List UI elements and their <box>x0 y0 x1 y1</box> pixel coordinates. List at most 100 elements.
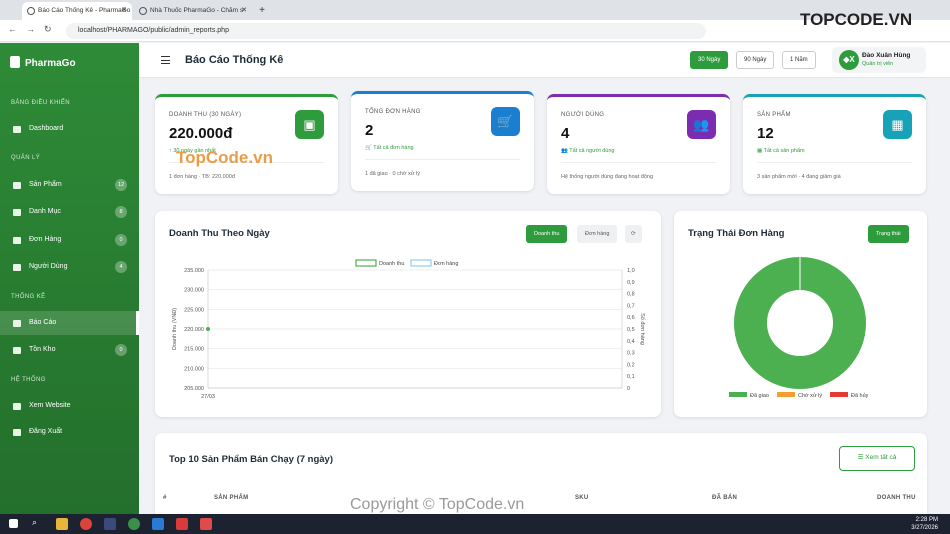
windows-start-icon[interactable] <box>9 519 18 528</box>
count-badge: 0 <box>115 344 127 356</box>
stat-link-label: Tất cả đơn hàng <box>373 145 414 151</box>
warehouse-icon <box>13 347 21 354</box>
stat-card-products: SẢN PHẨM 12 ▦ Tất cả sản phẩm 3 sản phẩm… <box>743 94 926 194</box>
close-icon[interactable]: ✕ <box>121 2 127 20</box>
pharmacy-logo-icon <box>10 56 20 68</box>
column-header-index: # <box>163 495 167 501</box>
stat-footnote: 1 đơn hàng · TB: 220.000đ <box>169 174 235 180</box>
sidebar-item-website[interactable]: Xem Website <box>0 394 139 418</box>
copyright-watermark: Copyright © TopCode.vn <box>350 496 525 513</box>
column-header-revenue: DOANH THU <box>877 495 916 501</box>
count-badge: 8 <box>115 206 127 218</box>
tab-title: Nhà Thuốc PharmaGo - Chăm s <box>150 7 244 14</box>
view-all-button[interactable]: ☰ Xem tất cả <box>839 446 915 471</box>
sidebar-item-label: Tồn Kho <box>29 346 56 353</box>
y2-tick-label: 0,1 <box>627 374 635 380</box>
divider <box>365 159 520 160</box>
back-icon[interactable]: ← <box>8 24 17 34</box>
divider <box>757 162 912 163</box>
top-products-card: Top 10 Sản Phẩm Bán Chạy (7 ngày) ☰ Xem … <box>155 433 927 523</box>
y-tick-label: 235.000 <box>184 268 204 274</box>
sidebar-item-categories[interactable]: Danh Mục 8 <box>0 200 139 224</box>
y2-tick-label: 0,6 <box>627 315 635 321</box>
brand[interactable]: PharmaGo <box>10 56 76 69</box>
page-title: Báo Cáo Thống Kê <box>185 54 284 66</box>
range-30-days-button[interactable]: 30 Ngày <box>690 51 729 69</box>
stat-label: SẢN PHẨM <box>757 112 791 118</box>
sidebar-item-label: Danh Mục <box>29 208 61 215</box>
section-title: Top 10 Sản Phẩm Bán Chạy (7 ngày) <box>169 454 334 465</box>
sidebar-section-title: THỐNG KÊ <box>11 294 46 300</box>
system-clock[interactable]: 2:28 PM 3/27/2026 <box>911 516 938 532</box>
new-tab-button[interactable]: + <box>255 2 269 20</box>
dashboard-icon <box>13 126 21 133</box>
range-1-year-button[interactable]: 1 Năm <box>782 51 816 69</box>
sidebar-section-title: HỆ THỐNG <box>11 377 46 383</box>
y2-tick-label: 0,4 <box>627 339 635 345</box>
view-all-label: Xem tất cả <box>865 454 897 461</box>
forward-icon[interactable]: → <box>26 24 35 34</box>
y2-tick-label: 0,9 <box>627 280 635 286</box>
range-90-days-button[interactable]: 90 Ngày <box>736 51 775 69</box>
y2-tick-label: 0,7 <box>627 303 635 309</box>
tag-icon <box>13 209 21 216</box>
sidebar-item-products[interactable]: Sản Phẩm 12 <box>0 173 139 197</box>
avatar: ◆X <box>839 50 859 70</box>
legend-swatch <box>729 392 747 397</box>
menu-toggle-icon[interactable] <box>161 56 170 64</box>
column-header-sold: ĐÃ BÁN <box>712 495 738 501</box>
x-tick-label: 27/03 <box>201 394 215 400</box>
stat-link[interactable]: 🛒 Tất cả đơn hàng <box>365 145 414 151</box>
users-icon <box>13 264 21 271</box>
app-icon[interactable] <box>176 518 188 530</box>
legend-label: Doanh thu <box>379 261 404 267</box>
y2-axis-label: Số đơn hàng <box>639 313 645 345</box>
stat-card-orders: TỔNG ĐƠN HÀNG 2 🛒 Tất cả đơn hàng 1 đã g… <box>351 91 534 191</box>
legend-label: Chờ xử lý <box>798 392 822 399</box>
windows-taskbar: ⌕ 2:28 PM 3/27/2026 <box>0 514 950 534</box>
y-tick-label: 225.000 <box>184 307 204 313</box>
y2-tick-label: 0,3 <box>627 351 635 357</box>
sidebar-item-logout[interactable]: Đăng Xuất <box>0 420 139 444</box>
app-icon[interactable] <box>128 518 140 530</box>
column-header-product: SẢN PHẨM <box>214 495 249 501</box>
legend-label: Đã hủy <box>851 392 869 399</box>
url-input[interactable]: localhost/PHARMAGO/public/admin_reports.… <box>66 23 706 39</box>
sidebar: PharmaGo BẢNG ĐIỀU KHIỂN Dashboard QUẢN … <box>0 43 139 514</box>
close-icon[interactable]: ✕ <box>241 2 247 20</box>
stat-link[interactable]: ▦ Tất cả sản phẩm <box>757 148 805 154</box>
stat-card-revenue: DOANH THU (30 NGÀY) 220.000đ ↑ 30 ngày g… <box>155 94 338 194</box>
sidebar-item-inventory[interactable]: Tồn Kho 0 <box>0 338 139 362</box>
stat-label: NGƯỜI DÙNG <box>561 112 605 118</box>
browser-tab-store[interactable]: Nhà Thuốc PharmaGo - Chăm s ✕ <box>134 2 252 20</box>
app-icon[interactable] <box>104 518 116 530</box>
stat-label: DOANH THU (30 NGÀY) <box>169 112 242 118</box>
sidebar-item-label: Đăng Xuất <box>29 428 63 435</box>
app-icon[interactable] <box>200 518 212 530</box>
sidebar-item-label: Sản Phẩm <box>29 181 62 188</box>
legend-swatch <box>410 259 432 267</box>
cart-icon: 🛒 <box>491 107 520 136</box>
sidebar-item-orders[interactable]: Đơn Hàng 0 <box>0 228 139 252</box>
reload-icon[interactable]: ↻ <box>44 24 52 35</box>
file-explorer-icon[interactable] <box>56 518 68 530</box>
brand-name: PharmaGo <box>25 58 76 69</box>
sidebar-item-label: Dashboard <box>29 125 64 132</box>
browser-tab-reports[interactable]: Báo Cáo Thống Kê - PharmaGo ✕ <box>22 2 132 20</box>
vscode-icon[interactable] <box>152 518 164 530</box>
stat-link[interactable]: 👥 Tất cả người dùng <box>561 148 614 154</box>
search-icon[interactable]: ⌕ <box>32 517 44 529</box>
sidebar-item-reports[interactable]: Báo Cáo <box>0 311 139 335</box>
stat-footnote: Hệ thống người dùng đang hoạt động <box>561 174 654 180</box>
stat-value: 4 <box>561 125 570 142</box>
y-tick-label: 205.000 <box>184 386 204 392</box>
sidebar-item-users[interactable]: Người Dùng 4 <box>0 255 139 279</box>
stat-footnote: 1 đã giao · 0 chờ xử lý <box>365 171 420 177</box>
data-point <box>206 327 210 331</box>
user-menu[interactable]: ◆X Đào Xuân Hùng Quản trị viên <box>832 47 926 73</box>
y-tick-label: 210.000 <box>184 366 204 372</box>
count-badge: 4 <box>115 261 127 273</box>
y2-tick-label: 0,8 <box>627 292 635 298</box>
sidebar-item-dashboard[interactable]: Dashboard <box>0 117 139 141</box>
chrome-icon[interactable] <box>80 518 92 530</box>
